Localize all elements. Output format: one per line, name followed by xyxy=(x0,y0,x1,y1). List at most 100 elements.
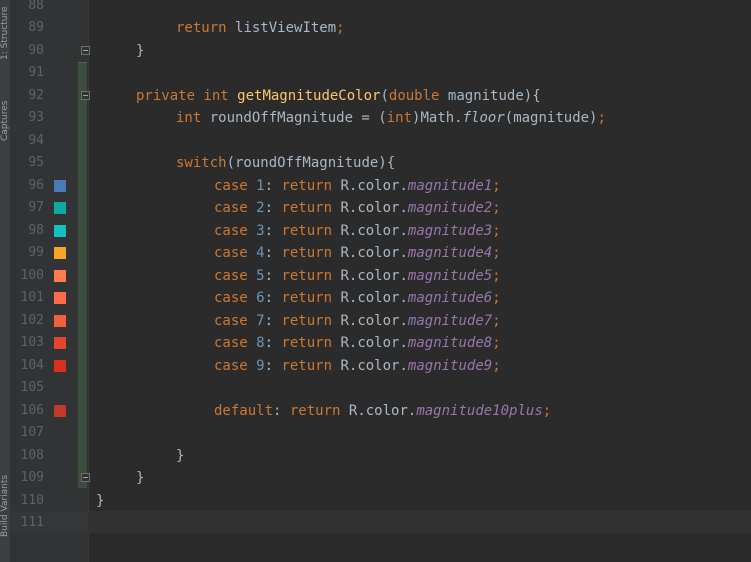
code-token: : xyxy=(264,200,282,216)
code-text: } xyxy=(96,490,104,513)
code-token: return xyxy=(281,335,341,351)
code-token: R.color. xyxy=(340,245,408,261)
line-number: 110 xyxy=(20,492,44,508)
code-line[interactable]: 89 return listViewItem; xyxy=(0,17,751,40)
color-preview-swatch[interactable] xyxy=(54,314,66,327)
code-token: magnitude4 xyxy=(407,245,493,261)
code-line[interactable]: 91 xyxy=(0,62,751,85)
code-line[interactable]: 100 case 5: return R.color.magnitude5; xyxy=(0,265,751,288)
color-preview-swatch[interactable] xyxy=(54,337,66,349)
code-text: case 6: return R.color.magnitude6; xyxy=(214,287,501,310)
code-token: private int xyxy=(136,87,238,104)
line-number: 106 xyxy=(20,402,44,418)
color-preview-swatch[interactable] xyxy=(54,292,66,304)
code-token: magnitude6 xyxy=(407,290,493,306)
code-text: } xyxy=(136,467,144,490)
code-line[interactable]: 95 switch(roundOffMagnitude){ xyxy=(0,152,751,175)
code-token: case xyxy=(214,357,257,374)
code-token: magnitude){ xyxy=(447,87,541,104)
line-number: 93 xyxy=(28,110,44,125)
code-text: } xyxy=(176,445,184,468)
line-number: 95 xyxy=(28,155,44,170)
code-text: case 2: return R.color.magnitude2; xyxy=(214,197,501,220)
line-number: 103 xyxy=(20,335,44,350)
color-preview-swatch[interactable] xyxy=(54,359,66,372)
code-token: double xyxy=(388,87,448,104)
code-line[interactable]: 109} xyxy=(0,467,751,490)
color-preview-swatch[interactable] xyxy=(54,224,66,237)
code-line[interactable]: 106 default: return R.color.magnitude10pl… xyxy=(0,400,751,423)
code-line[interactable]: 96 case 1: return R.color.magnitude1; xyxy=(0,175,751,198)
code-text: case 3: return R.color.magnitude3; xyxy=(214,220,501,243)
code-line[interactable]: 94 xyxy=(0,130,751,153)
code-line[interactable]: 108} xyxy=(0,445,751,468)
code-token: return xyxy=(281,357,341,374)
code-line[interactable]: 103 case 8: return R.color.magnitude8; xyxy=(0,332,751,355)
code-token: case xyxy=(214,335,257,351)
line-number: 109 xyxy=(20,470,44,485)
code-line[interactable]: 111 xyxy=(0,512,751,535)
code-line[interactable]: 93 int roundOffMagnitude = (int)Math.floo… xyxy=(0,107,751,130)
line-number: 88 xyxy=(28,0,44,13)
color-preview-swatch[interactable] xyxy=(54,247,66,259)
code-token: return xyxy=(281,267,341,284)
code-token: : xyxy=(264,245,282,261)
code-line[interactable]: 101 case 6: return R.color.magnitude6; xyxy=(0,287,751,310)
line-number: 96 xyxy=(28,177,44,193)
code-token: : xyxy=(264,312,282,329)
code-token: magnitude10plus xyxy=(416,402,543,419)
fold-toggle-icon[interactable] xyxy=(81,473,90,482)
code-token: default xyxy=(214,402,274,419)
line-number: 107 xyxy=(20,425,44,440)
line-number: 111 xyxy=(20,515,44,530)
line-number: 108 xyxy=(20,447,44,463)
fold-toggle-icon[interactable] xyxy=(81,45,90,55)
color-preview-swatch[interactable] xyxy=(54,404,66,417)
code-line[interactable]: 104 case 9: return R.color.magnitude9; xyxy=(0,355,751,378)
code-text: case 1: return R.color.magnitude1; xyxy=(214,175,501,198)
line-number: 105 xyxy=(20,380,44,395)
line-number: 98 xyxy=(28,222,44,238)
code-line[interactable]: 99 case 4: return R.color.magnitude4; xyxy=(0,242,751,265)
code-line[interactable]: 105 xyxy=(0,377,751,400)
code-line[interactable]: 98 case 3: return R.color.magnitude3; xyxy=(0,220,751,243)
code-token: R.color. xyxy=(340,312,408,329)
fold-toggle-icon[interactable] xyxy=(81,90,90,100)
code-line[interactable]: 102 case 7: return R.color.magnitude7; xyxy=(0,310,751,333)
code-line[interactable]: 88 xyxy=(0,0,751,17)
line-number: 97 xyxy=(28,200,44,215)
code-line[interactable]: 90} xyxy=(0,40,751,63)
code-token: (magnitude) xyxy=(504,110,598,126)
code-token: return xyxy=(289,402,349,419)
code-line[interactable]: 92 private int getMagnitudeColor(double m… xyxy=(0,85,751,108)
code-token: return xyxy=(176,20,236,36)
color-preview-swatch[interactable] xyxy=(54,179,66,192)
code-token: R.color. xyxy=(340,357,408,374)
code-token: ; xyxy=(492,177,501,194)
code-token: 2 xyxy=(256,200,265,216)
code-line[interactable]: 107 xyxy=(0,422,751,445)
code-token: case xyxy=(214,177,257,194)
code-token: R.color. xyxy=(340,335,408,351)
code-token: R.color. xyxy=(340,222,408,239)
code-token: R.color. xyxy=(348,402,417,419)
code-token: ( xyxy=(380,87,389,104)
code-token: case xyxy=(214,267,257,284)
code-token: int xyxy=(386,110,413,126)
line-number: 104 xyxy=(20,357,44,373)
color-preview-swatch[interactable] xyxy=(54,269,66,282)
code-token: return xyxy=(281,245,341,261)
color-preview-swatch[interactable] xyxy=(54,202,66,214)
code-token: ; xyxy=(542,402,552,419)
code-token: : xyxy=(264,177,282,194)
code-token: magnitude5 xyxy=(407,267,493,284)
code-token: : xyxy=(273,402,290,419)
code-token: (roundOffMagnitude){ xyxy=(226,155,396,171)
code-token: return xyxy=(281,222,341,239)
code-line[interactable]: 97 case 2: return R.color.magnitude2; xyxy=(0,197,751,220)
line-number: 101 xyxy=(20,290,44,305)
code-text: switch(roundOffMagnitude){ xyxy=(176,152,395,175)
code-token: : xyxy=(264,290,282,306)
code-token: ; xyxy=(492,335,501,351)
code-line[interactable]: 110} xyxy=(0,490,751,513)
